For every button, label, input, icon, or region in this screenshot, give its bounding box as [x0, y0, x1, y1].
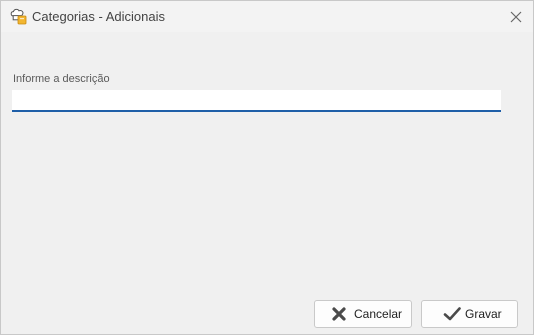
close-button[interactable]: [499, 1, 533, 32]
description-input[interactable]: [12, 90, 501, 110]
save-button[interactable]: Gravar: [421, 300, 518, 328]
cancel-button[interactable]: Cancelar: [314, 300, 412, 328]
cancel-button-label: Cancelar: [354, 307, 403, 321]
check-mark-icon: [443, 306, 461, 322]
description-label: Informe a descrição: [13, 73, 110, 85]
dialog-content: Informe a descrição Cancelar Gravar: [1, 32, 533, 334]
dialog-window: Categorias - Adicionais Informe a descri…: [0, 0, 534, 335]
window-title: Categorias - Adicionais: [32, 9, 165, 24]
close-icon: [510, 11, 522, 22]
description-field-wrapper: [12, 90, 501, 112]
save-button-label: Gravar: [465, 307, 502, 321]
title-bar[interactable]: Categorias - Adicionais: [1, 1, 533, 32]
chef-hat-icon: [9, 7, 27, 25]
x-mark-icon: [331, 306, 347, 322]
